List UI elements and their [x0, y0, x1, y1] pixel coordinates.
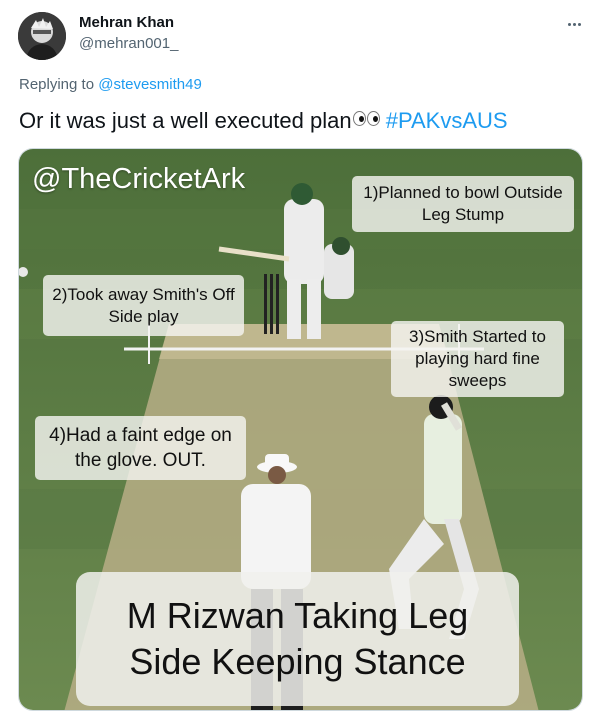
image-watermark: @TheCricketArk — [32, 163, 246, 195]
author-handle[interactable]: @mehran001_ — [79, 35, 178, 52]
tweet-body: Or it was just a well executed plan — [19, 108, 352, 133]
tweet-image[interactable]: @TheCricketArk 1)Planned to bowl Outside… — [18, 148, 583, 711]
author-name[interactable]: Mehran Khan — [79, 14, 174, 31]
replying-handle-link[interactable]: @stevesmith49 — [98, 76, 202, 93]
tweet-text: Or it was just a well executed plan #PAK… — [19, 108, 508, 134]
annotation-3: 3)Smith Started to playing hard fine swe… — [391, 321, 564, 397]
hashtag-link[interactable]: #PAKvsAUS — [386, 108, 508, 133]
annotation-2: 2)Took away Smith's Off Side play — [43, 275, 244, 336]
image-caption: M Rizwan Taking Leg Side Keeping Stance — [76, 572, 519, 706]
annotation-1: 1)Planned to bowl Outside Leg Stump — [352, 176, 574, 232]
annotation-4: 4)Had a faint edge on the glove. OUT. — [35, 416, 246, 480]
user-avatar-icon — [18, 12, 66, 60]
eyes-emoji-icon — [352, 111, 380, 126]
avatar[interactable] — [18, 12, 66, 60]
replying-to: Replying to @stevesmith49 — [19, 76, 202, 93]
more-options-icon[interactable] — [561, 13, 587, 35]
replying-prefix: Replying to — [19, 76, 95, 93]
